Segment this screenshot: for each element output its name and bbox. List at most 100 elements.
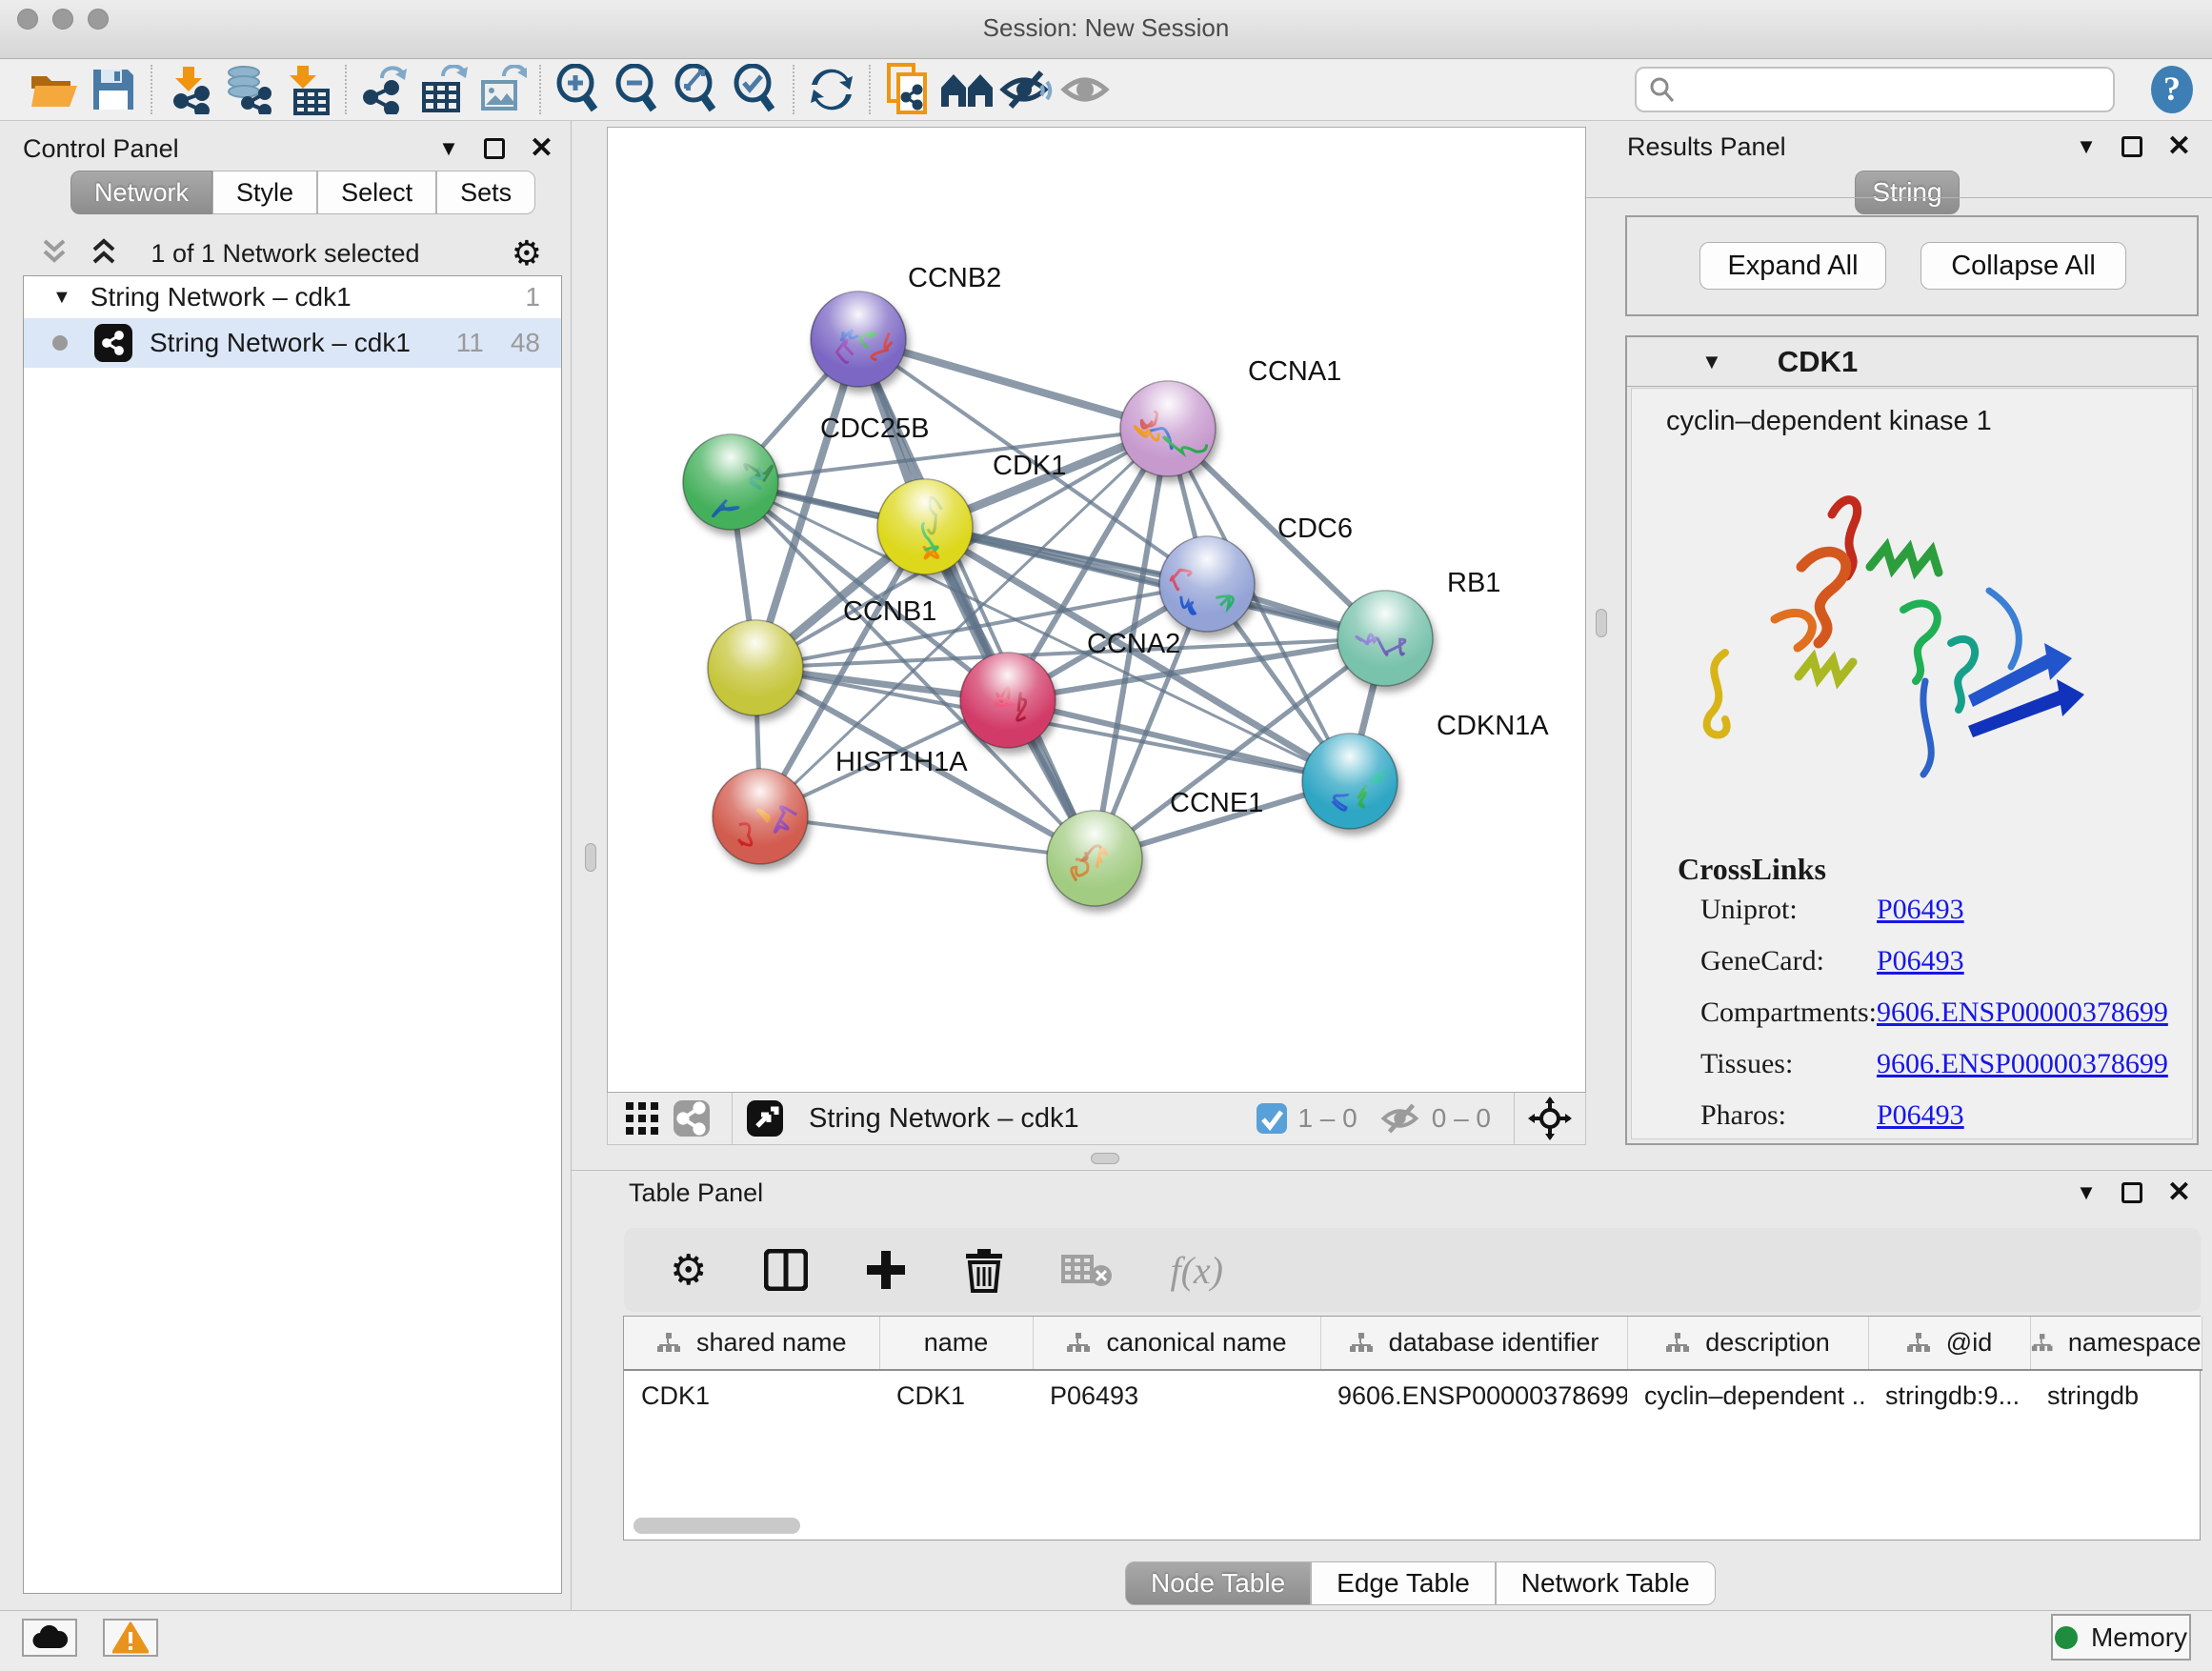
- export-table-button[interactable]: [413, 63, 473, 116]
- tab-network-table[interactable]: Network Table: [1496, 1561, 1716, 1605]
- zoom-out-button[interactable]: [608, 63, 667, 116]
- delete-column-trash-icon[interactable]: [964, 1247, 1004, 1293]
- zoom-fit-button[interactable]: [667, 63, 726, 116]
- panel-menu-icon[interactable]: ▼: [438, 136, 459, 161]
- table-row[interactable]: CDK1CDK1P064939606.ENSP00000378699cyclin…: [624, 1370, 2202, 1421]
- grid-view-icon[interactable]: [625, 1101, 659, 1136]
- collapse-all-button[interactable]: Collapse All: [1920, 242, 2126, 290]
- memory-button[interactable]: Memory: [2051, 1614, 2191, 1661]
- selected-checkbox-icon[interactable]: [1256, 1102, 1288, 1135]
- show-all-button[interactable]: [1056, 63, 1115, 116]
- node-CCNA1[interactable]: CCNA1: [1120, 356, 1341, 476]
- node-CDKN1A[interactable]: CDKN1A: [1302, 711, 1549, 829]
- new-network-from-selection-button[interactable]: [878, 63, 937, 116]
- table-cell[interactable]: stringdb:9...: [1868, 1370, 2030, 1421]
- show-columns-icon[interactable]: [764, 1249, 808, 1291]
- export-table-icon: [418, 65, 468, 114]
- panel-close-icon[interactable]: ✕: [530, 138, 553, 159]
- table-cell[interactable]: 9606.ENSP00000378699: [1320, 1370, 1627, 1421]
- double-house-button[interactable]: [937, 63, 996, 116]
- network-options-gear-icon[interactable]: ⚙: [512, 233, 542, 273]
- network-canvas[interactable]: CCNB2CCNA1CDC25BCDK1CDC6RB1CCNB1CCNA2CDK…: [607, 127, 1586, 1093]
- zoom-in-button[interactable]: [549, 63, 608, 116]
- panel-menu-icon[interactable]: ▼: [2076, 134, 2097, 159]
- table-cell[interactable]: CDK1: [879, 1370, 1033, 1421]
- tab-node-table[interactable]: Node Table: [1125, 1561, 1311, 1605]
- column-header-canonical-name[interactable]: canonical name: [1033, 1317, 1320, 1370]
- bottom-splitter-handle[interactable]: [1091, 1153, 1119, 1164]
- crosslink-link[interactable]: 9606.ENSP00000378699: [1877, 1048, 2168, 1079]
- search-bar[interactable]: [1635, 67, 2115, 112]
- warnings-button[interactable]: [103, 1619, 158, 1657]
- table-cell[interactable]: cyclin–dependent ...: [1627, 1370, 1868, 1421]
- column-header-namespace[interactable]: namespace: [2030, 1317, 2202, 1370]
- panel-float-icon[interactable]: [2122, 1182, 2142, 1203]
- table-cell[interactable]: stringdb: [2030, 1370, 2202, 1421]
- table-horizontal-scrollbar[interactable]: [633, 1518, 800, 1534]
- hide-selected-button[interactable]: [996, 63, 1056, 116]
- column-header-database-identifier[interactable]: database identifier: [1320, 1317, 1627, 1370]
- table-cell[interactable]: CDK1: [624, 1370, 879, 1421]
- memory-status-dot: [2055, 1626, 2078, 1649]
- tab-edge-table[interactable]: Edge Table: [1311, 1561, 1496, 1605]
- window-title: Session: New Session: [0, 13, 2212, 43]
- crosslink-link[interactable]: 9606.ENSP00000378699: [1877, 997, 2168, 1028]
- import-table-button[interactable]: [278, 63, 337, 116]
- panel-close-icon[interactable]: ✕: [2167, 1182, 2191, 1203]
- birds-eye-view-icon[interactable]: [746, 1099, 784, 1137]
- open-session-button[interactable]: [25, 63, 84, 116]
- import-network-database-button[interactable]: [219, 63, 278, 116]
- zoom-selected-button[interactable]: [726, 63, 785, 116]
- network-row-selected[interactable]: String Network – cdk1 11 48: [24, 318, 561, 368]
- network-collection-row[interactable]: ▼ String Network – cdk1 1: [24, 276, 561, 318]
- expand-all-button[interactable]: Expand All: [1699, 242, 1886, 290]
- string-view-icon[interactable]: [673, 1099, 711, 1137]
- node-CCNB2[interactable]: CCNB2: [811, 263, 1001, 387]
- panel-close-icon[interactable]: ✕: [2167, 136, 2191, 157]
- edge-HIST1H1A-CCNE1[interactable]: [760, 816, 1095, 858]
- tab-network[interactable]: Network: [70, 171, 212, 214]
- separator: [1514, 1093, 1515, 1144]
- node-label-CDK1: CDK1: [993, 451, 1066, 481]
- crosslink-row: Pharos:P06493: [1700, 1099, 2177, 1132]
- node-RB1[interactable]: RB1: [1337, 568, 1500, 686]
- help-button[interactable]: ?: [2147, 65, 2197, 119]
- column-header-description[interactable]: description: [1627, 1317, 1868, 1370]
- crosslink-link[interactable]: P06493: [1877, 1099, 1964, 1131]
- refresh-layout-button[interactable]: [802, 63, 861, 116]
- node-CDC6[interactable]: CDC6: [1159, 513, 1353, 632]
- node-CCNE1[interactable]: CCNE1: [1047, 788, 1263, 906]
- left-splitter-handle[interactable]: [585, 843, 596, 872]
- crosslink-link[interactable]: P06493: [1877, 894, 1964, 925]
- import-network-file-button[interactable]: [160, 63, 219, 116]
- bottom-splitter[interactable]: [607, 1145, 1586, 1170]
- search-input[interactable]: [1677, 75, 2086, 105]
- tab-sets[interactable]: Sets: [436, 171, 535, 214]
- cloud-button[interactable]: [22, 1619, 77, 1657]
- gene-header[interactable]: ▼ CDK1: [1627, 337, 2197, 387]
- node-HIST1H1A[interactable]: HIST1H1A: [713, 747, 968, 864]
- table-cell[interactable]: P06493: [1033, 1370, 1320, 1421]
- table-settings-gear-icon[interactable]: ⚙: [670, 1246, 707, 1295]
- collection-expand-icon[interactable]: ▼: [52, 287, 71, 309]
- add-column-icon[interactable]: [865, 1249, 907, 1291]
- tab-select[interactable]: Select: [317, 171, 436, 214]
- save-session-button[interactable]: [84, 63, 143, 116]
- panel-menu-icon[interactable]: ▼: [2076, 1180, 2097, 1205]
- column-header-shared-name[interactable]: shared name: [624, 1317, 879, 1370]
- network-view-toolbar: String Network – cdk1 1 – 0 0 – 0: [607, 1093, 1586, 1145]
- control-panel-controls: ▼ ✕: [438, 136, 553, 161]
- export-image-button[interactable]: [473, 63, 532, 116]
- export-network-button[interactable]: [354, 63, 413, 116]
- column-header-name[interactable]: name: [879, 1317, 1033, 1370]
- panel-float-icon[interactable]: [2122, 136, 2142, 157]
- fit-content-crosshair-icon[interactable]: [1528, 1097, 1572, 1140]
- tab-style[interactable]: Style: [212, 171, 317, 214]
- crosslink-link[interactable]: P06493: [1877, 945, 1964, 976]
- memory-label: Memory: [2091, 1622, 2187, 1653]
- table-panel-controls: ▼ ✕: [2076, 1180, 2191, 1205]
- panel-float-icon[interactable]: [484, 138, 505, 159]
- column-type-icon: [1066, 1332, 1091, 1355]
- gene-expand-icon[interactable]: ▼: [1701, 350, 1722, 374]
- column-header--id[interactable]: @id: [1868, 1317, 2030, 1370]
